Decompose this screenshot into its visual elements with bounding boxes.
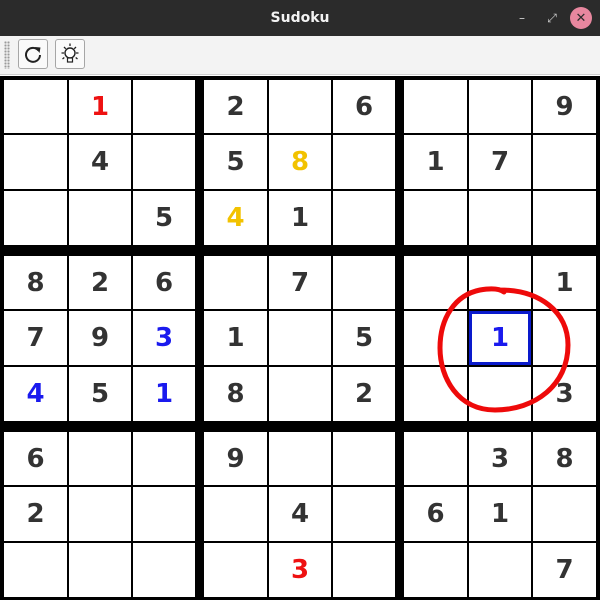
cell-r3c2[interactable] [69, 191, 131, 245]
minimize-button[interactable]: – [512, 8, 532, 28]
cell-r3c1[interactable] [4, 191, 67, 245]
cell-r8c5[interactable]: 4 [269, 487, 331, 541]
cell-r9c1[interactable] [4, 543, 67, 597]
cell-r8c3[interactable] [133, 487, 195, 541]
cell-r7c5[interactable] [269, 432, 331, 485]
cell-r4c9[interactable]: 1 [533, 256, 596, 309]
cell-r1c4[interactable]: 2 [204, 80, 267, 133]
cell-r8c1[interactable]: 2 [4, 487, 67, 541]
refresh-button[interactable] [18, 39, 48, 69]
window-title: Sudoku [270, 10, 330, 26]
toolbar-grip[interactable] [4, 41, 10, 69]
cell-r8c7[interactable]: 6 [404, 487, 467, 541]
cell-r7c9[interactable]: 8 [533, 432, 596, 485]
cell-r6c6[interactable]: 2 [333, 367, 395, 421]
cell-r3c4[interactable]: 4 [204, 191, 267, 245]
cell-r5c5[interactable] [269, 311, 331, 365]
cell-r8c9[interactable] [533, 487, 596, 541]
cell-r6c8[interactable] [469, 367, 531, 421]
cell-r4c5[interactable]: 7 [269, 256, 331, 309]
cell-r5c9[interactable] [533, 311, 596, 365]
cell-r1c6[interactable]: 6 [333, 80, 395, 133]
cell-r3c9[interactable] [533, 191, 596, 245]
cell-r8c6[interactable] [333, 487, 395, 541]
cell-r2c3[interactable] [133, 135, 195, 189]
cell-r6c1[interactable]: 4 [4, 367, 67, 421]
cell-r2c7[interactable]: 1 [404, 135, 467, 189]
cell-r6c7[interactable] [404, 367, 467, 421]
cell-r6c3[interactable]: 1 [133, 367, 195, 421]
cell-r7c6[interactable] [333, 432, 395, 485]
cell-r3c7[interactable] [404, 191, 467, 245]
cell-r4c1[interactable]: 8 [4, 256, 67, 309]
cell-r7c7[interactable] [404, 432, 467, 485]
cell-r9c7[interactable] [404, 543, 467, 597]
refresh-icon [25, 46, 41, 63]
cell-r4c3[interactable]: 6 [133, 256, 195, 309]
cell-r8c8[interactable]: 1 [469, 487, 531, 541]
cell-r5c2[interactable]: 9 [69, 311, 131, 365]
cell-r5c7[interactable] [404, 311, 467, 365]
cell-r1c3[interactable] [133, 80, 195, 133]
cell-r2c2[interactable]: 4 [69, 135, 131, 189]
cell-r1c8[interactable] [469, 80, 531, 133]
cell-r6c5[interactable] [269, 367, 331, 421]
cell-r2c9[interactable] [533, 135, 596, 189]
cell-r5c8[interactable]: 1 [469, 311, 531, 365]
cell-r7c8[interactable]: 3 [469, 432, 531, 485]
minimize-icon: – [519, 11, 525, 25]
cell-r9c6[interactable] [333, 543, 395, 597]
cell-r7c1[interactable]: 6 [4, 432, 67, 485]
cell-r7c4[interactable]: 9 [204, 432, 267, 485]
close-icon: ✕ [575, 10, 587, 26]
cell-r2c8[interactable]: 7 [469, 135, 531, 189]
maximize-icon: ⤢ [547, 10, 557, 25]
cell-r8c4[interactable] [204, 487, 267, 541]
cell-r9c8[interactable] [469, 543, 531, 597]
cell-r2c4[interactable]: 5 [204, 135, 267, 189]
cell-r9c3[interactable] [133, 543, 195, 597]
toolbar [0, 36, 600, 75]
cell-r6c4[interactable]: 8 [204, 367, 267, 421]
sudoku-grid: 126945817541826717931514518236938246137 [0, 76, 600, 600]
cell-r9c5[interactable]: 3 [269, 543, 331, 597]
cell-r4c7[interactable] [404, 256, 467, 309]
cell-r1c2[interactable]: 1 [69, 80, 131, 133]
cell-r4c2[interactable]: 2 [69, 256, 131, 309]
cell-r3c8[interactable] [469, 191, 531, 245]
cell-r2c5[interactable]: 8 [269, 135, 331, 189]
cell-r1c9[interactable]: 9 [533, 80, 596, 133]
cell-r6c9[interactable]: 3 [533, 367, 596, 421]
cell-r2c1[interactable] [4, 135, 67, 189]
cell-r1c5[interactable] [269, 80, 331, 133]
cell-r7c3[interactable] [133, 432, 195, 485]
cell-r4c4[interactable] [204, 256, 267, 309]
cell-r9c2[interactable] [69, 543, 131, 597]
cell-r3c5[interactable]: 1 [269, 191, 331, 245]
cell-r3c3[interactable]: 5 [133, 191, 195, 245]
cell-r3c6[interactable] [333, 191, 395, 245]
cell-r7c2[interactable] [69, 432, 131, 485]
cell-r4c6[interactable] [333, 256, 395, 309]
cell-r9c9[interactable]: 7 [533, 543, 596, 597]
cell-r5c4[interactable]: 1 [204, 311, 267, 365]
cell-r5c3[interactable]: 3 [133, 311, 195, 365]
lightbulb-icon [61, 43, 79, 63]
cell-r5c1[interactable]: 7 [4, 311, 67, 365]
cell-r9c4[interactable] [204, 543, 267, 597]
cell-r4c8[interactable] [469, 256, 531, 309]
cell-r5c6[interactable]: 5 [333, 311, 395, 365]
cell-r8c2[interactable] [69, 487, 131, 541]
cell-r1c1[interactable] [4, 80, 67, 133]
close-button[interactable]: ✕ [570, 7, 592, 29]
title-bar: Sudoku – ⤢ ✕ [0, 0, 600, 36]
cell-r2c6[interactable] [333, 135, 395, 189]
cell-r1c7[interactable] [404, 80, 467, 133]
cell-r6c2[interactable]: 5 [69, 367, 131, 421]
hint-button[interactable] [55, 39, 85, 69]
maximize-button[interactable]: ⤢ [542, 8, 562, 28]
